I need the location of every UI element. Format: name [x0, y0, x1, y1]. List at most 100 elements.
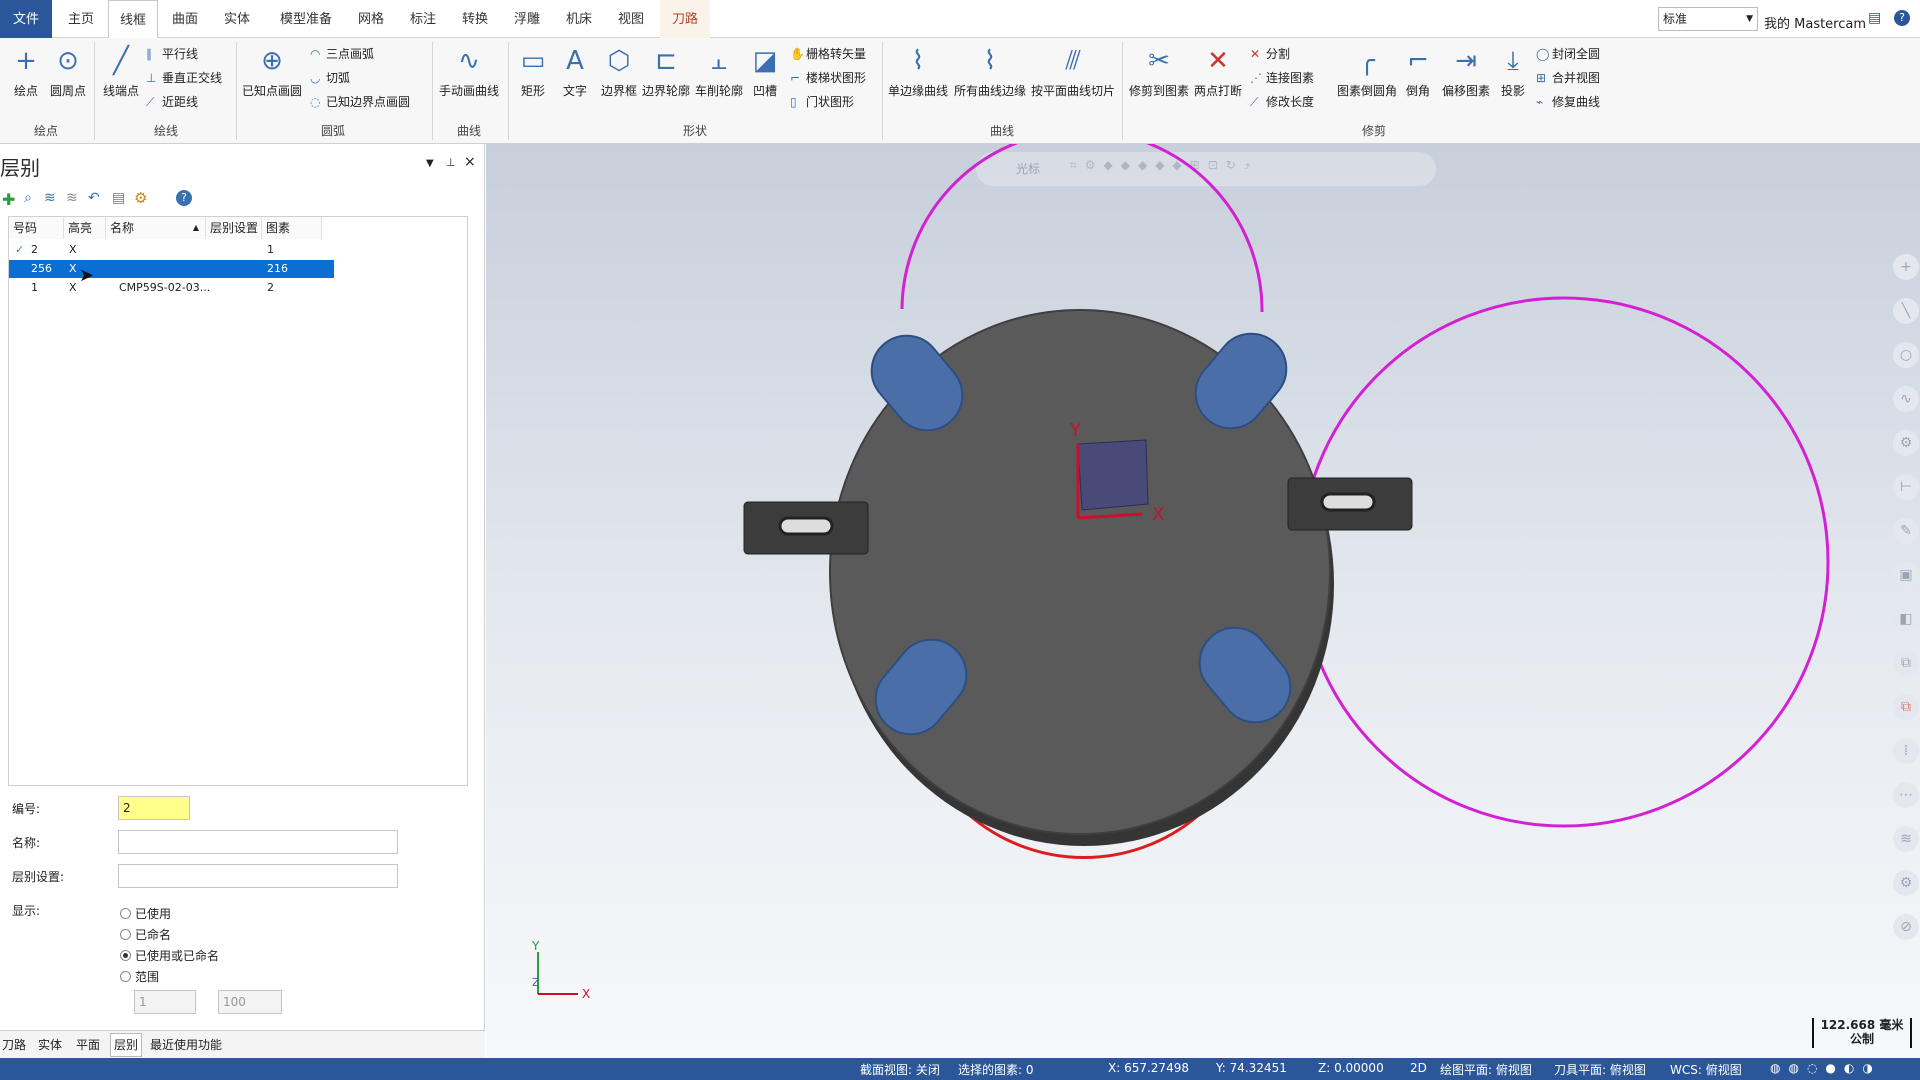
pin-icon[interactable]: ⊥ [446, 156, 456, 169]
modify-length-button[interactable]: ⟋ 修改长度 [1250, 94, 1314, 110]
side-wrench-icon[interactable]: ✎ [1893, 518, 1919, 544]
wcs-status[interactable]: WCS: 俯视图 [1670, 1061, 1742, 1078]
draw-plane-status[interactable]: 绘图平面: 俯视图 [1440, 1061, 1532, 1078]
col-setting[interactable]: 层别设置 [206, 217, 262, 239]
tab-transform[interactable]: 转换 [454, 0, 496, 38]
fillet-entity-button[interactable]: ╭ 图素倒圆角 [1336, 44, 1398, 99]
known-point-circle-button[interactable]: ⊕ 已知点画圆 [240, 44, 304, 99]
tab-toolpaths-manager[interactable]: 刀路 [2, 1036, 26, 1053]
mode-2d-toggle[interactable]: 2D [1410, 1061, 1427, 1075]
tab-solid[interactable]: 实体 [216, 0, 258, 38]
three-point-arc-button[interactable]: ◠ 三点画弧 [310, 46, 374, 62]
side-add-icon[interactable]: + [1893, 254, 1919, 280]
groove-button[interactable]: ◪ 凹槽 [748, 44, 782, 99]
stair-shape-button[interactable]: ⌐ 楼梯状图形 [790, 70, 866, 86]
raster-to-vector-button[interactable]: ✋栅格转矢量 [790, 46, 866, 62]
all-edges-curve-button[interactable]: ⌇ 所有曲线边缘 [952, 44, 1028, 99]
range-to-field[interactable]: 100 [218, 990, 282, 1014]
layers-gray-icon[interactable]: ≋ [66, 190, 78, 206]
col-number[interactable]: 号码 [9, 217, 64, 239]
bounding-box-button[interactable]: ⬡ 边界框 [596, 44, 642, 99]
close-icon[interactable]: × [464, 154, 476, 170]
side-layers-icon[interactable]: ≋ [1893, 826, 1919, 852]
parallel-line-button[interactable]: ∥ 平行线 [146, 46, 198, 62]
radio-used-or-named[interactable]: 已使用或已命名 [120, 948, 219, 964]
tab-relief[interactable]: 浮雕 [506, 0, 548, 38]
table-row[interactable]: 1 X CMP59S-02-03... 2 [9, 279, 334, 297]
side-move-icon[interactable]: ⧉ [1893, 694, 1919, 720]
plane-slice-button[interactable]: ⫻ 按平面曲线切片 [1030, 44, 1116, 99]
tab-solids-manager[interactable]: 实体 [38, 1036, 62, 1053]
section-view-status[interactable]: 截面视图: 关闭 [860, 1061, 940, 1078]
two-point-break-button[interactable]: ✕ 两点打断 [1192, 44, 1244, 99]
tab-planes-manager[interactable]: 平面 [76, 1036, 100, 1053]
trim-to-entity-button[interactable]: ✂ 修剪到图素 [1128, 44, 1190, 99]
endpoint-line-button[interactable]: ╱ 线端点 [100, 44, 142, 99]
table-row[interactable]: ✓ 2 X 1 [9, 241, 334, 259]
side-grid-icon[interactable]: ⋯ [1893, 782, 1919, 808]
side-box-icon[interactable]: ◧ [1893, 606, 1919, 632]
divide-button[interactable]: ✕ 分割 [1250, 46, 1290, 62]
rectangle-button[interactable]: ▭ 矩形 [516, 44, 550, 99]
search-icon[interactable]: ⌕ [24, 190, 32, 206]
tab-file[interactable]: 文件 [0, 0, 52, 38]
side-line-icon[interactable]: ╲ [1893, 298, 1919, 324]
side-circle-icon[interactable]: ○ [1893, 342, 1919, 368]
tangent-arc-button[interactable]: ◡ 切弧 [310, 70, 350, 86]
lathe-profile-button[interactable]: ⫠ 车削轮廓 [694, 44, 744, 99]
close-all-button[interactable]: ◯ 封闭全圆 [1536, 46, 1600, 62]
row-highlight[interactable]: X [69, 241, 77, 259]
side-cube-icon[interactable]: ▣ [1893, 562, 1919, 588]
text-button[interactable]: A 文字 [558, 44, 592, 99]
side-dimension-icon[interactable]: ⊢ [1893, 474, 1919, 500]
side-gear-icon[interactable]: ⚙ [1893, 430, 1919, 456]
merge-view-button[interactable]: ⊞ 合并视图 [1536, 70, 1600, 86]
perpendicular-line-button[interactable]: ⊥ 垂直正交线 [146, 70, 222, 86]
circle-point-button[interactable]: ⊙ 圆周点 [46, 44, 90, 99]
layers-icon[interactable]: ≋ [44, 190, 56, 206]
undo-icon[interactable]: ↶ [88, 190, 100, 206]
help-icon[interactable]: ? [176, 190, 192, 206]
side-array-icon[interactable]: ⁞ [1893, 738, 1919, 764]
tab-mesh[interactable]: 网格 [350, 0, 392, 38]
row-highlight[interactable]: X [69, 279, 77, 297]
side-transform-icon[interactable]: ⧉ [1893, 650, 1919, 676]
add-level-icon[interactable]: ✚ [2, 190, 15, 209]
closest-line-button[interactable]: ⟋ 近距线 [146, 94, 198, 110]
comment-icon[interactable]: ▤ [1868, 10, 1881, 26]
style-select[interactable]: 标准 ▼ [1658, 7, 1758, 31]
tab-toolpaths[interactable]: 刀路 [660, 0, 710, 38]
number-field[interactable]: 2 [118, 796, 190, 820]
name-field[interactable] [118, 830, 398, 854]
graphics-viewport[interactable]: 光标 ⌗⚙◆◆◆◆◆⊞⊡↻⤴ Y X Y X Z 122.668 毫米 公制 [486, 144, 1920, 1058]
door-shape-button[interactable]: ▯ 门状图形 [790, 94, 854, 110]
display-mode-icons[interactable]: ◍◍◌●◐◑ [1770, 1061, 1881, 1075]
manual-curve-button[interactable]: ∿ 手动画曲线 [438, 44, 500, 99]
point-button[interactable]: + 绘点 [8, 44, 44, 99]
tab-machine[interactable]: 机床 [558, 0, 600, 38]
col-entities[interactable]: 图素 [262, 217, 322, 239]
tab-model-prep[interactable]: 模型准备 [272, 0, 340, 38]
repair-curve-button[interactable]: ⌁ 修复曲线 [1536, 94, 1600, 110]
radio-range[interactable]: 范围 [120, 969, 159, 985]
side-settings-icon[interactable]: ⚙ [1893, 870, 1919, 896]
side-curve-icon[interactable]: ∿ [1893, 386, 1919, 412]
side-no-icon[interactable]: ⊘ [1893, 914, 1919, 940]
panel-menu-icon[interactable]: ▼ [426, 158, 434, 169]
tab-annotate[interactable]: 标注 [402, 0, 444, 38]
offset-entity-button[interactable]: ⇥ 偏移图素 [1438, 44, 1494, 99]
range-from-field[interactable]: 1 [134, 990, 196, 1014]
tab-home[interactable]: 主页 [60, 0, 102, 38]
tool-plane-status[interactable]: 刀具平面: 俯视图 [1554, 1061, 1646, 1078]
col-name[interactable]: 名称 ▲ [106, 217, 206, 239]
tab-surface[interactable]: 曲面 [164, 0, 206, 38]
my-mastercam-link[interactable]: 我的 Mastercam [1764, 13, 1866, 32]
z-coordinate[interactable]: Z: 0.00000 [1318, 1061, 1384, 1075]
boundary-circle-button[interactable]: ◌ 已知边界点画圆 [310, 94, 410, 110]
tab-wireframe[interactable]: 线框 [108, 0, 158, 39]
radio-named[interactable]: 已命名 [120, 927, 171, 943]
help-icon[interactable]: ? [1894, 10, 1910, 26]
row-highlight[interactable]: X [69, 260, 77, 278]
tab-recent-functions[interactable]: 最近使用功能 [150, 1036, 222, 1053]
chamfer-button[interactable]: ⌐ 倒角 [1400, 44, 1436, 99]
